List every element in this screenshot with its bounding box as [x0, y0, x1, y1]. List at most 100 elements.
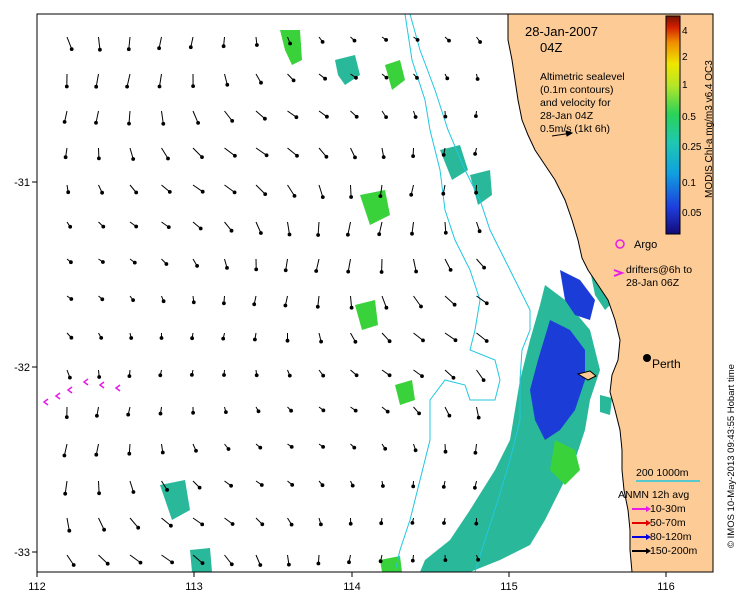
velocity-arrowhead — [353, 408, 358, 413]
velocity-arrowhead — [443, 558, 448, 562]
velocity-arrowhead — [321, 408, 326, 413]
velocity-arrowhead — [67, 528, 72, 533]
velocity-arrowhead — [482, 265, 487, 270]
velocity-arrowhead — [164, 262, 169, 266]
velocity-arrowhead — [452, 302, 457, 307]
velocity-arrowhead — [354, 75, 358, 80]
velocity-arrowhead — [253, 337, 257, 342]
velocity-arrowhead — [196, 121, 201, 125]
velocity-arrowhead — [64, 84, 69, 89]
y-axis: -31 -32 -33 — [14, 177, 37, 559]
velocity-arrowhead — [323, 76, 328, 81]
velocity-arrowhead — [414, 269, 419, 274]
velocity-arrowhead — [350, 483, 355, 488]
velocity-arrowhead — [285, 338, 290, 343]
velocity-arrowhead — [381, 155, 386, 160]
x-tick-label: 114 — [343, 581, 361, 593]
velocity-arrowhead — [229, 562, 234, 567]
colorbar-tick-label: 0.05 — [682, 208, 702, 219]
velocity-arrowhead — [378, 194, 383, 199]
velocity-arrowhead — [190, 336, 195, 341]
velocity-arrowhead — [441, 485, 446, 489]
velocity-arrowhead — [99, 336, 104, 340]
velocity-arrowhead — [415, 76, 419, 80]
velocity-arrowhead — [200, 561, 205, 565]
velocity-arrowhead — [379, 270, 384, 274]
velocity-arrowhead — [484, 339, 489, 343]
velocity-arrowhead — [190, 373, 194, 377]
velocity-arrowhead — [453, 338, 458, 343]
velocity-arrowhead — [473, 450, 478, 455]
velocity-arrowhead — [101, 224, 106, 229]
mooring-marker — [643, 354, 651, 362]
velocity-arrowhead — [352, 38, 357, 43]
velocity-arrowhead — [289, 522, 294, 527]
velocity-arrowhead — [411, 484, 416, 489]
velocity-arrowhead — [442, 521, 446, 525]
velocity-arrowhead — [321, 373, 326, 378]
velocity-arrowhead — [98, 47, 102, 52]
velocity-arrowhead — [263, 116, 267, 121]
velocity-arrowhead — [127, 121, 131, 126]
velocity-arrowhead — [68, 375, 72, 380]
velocity-arrowhead — [62, 120, 67, 124]
velocity-arrowhead — [126, 412, 131, 417]
velocity-arrowhead — [473, 152, 478, 156]
velocity-arrowhead — [478, 40, 483, 44]
velocity-arrowhead — [473, 485, 477, 490]
velocity-arrowhead — [221, 336, 226, 341]
velocity-arrowhead — [63, 491, 68, 496]
velocity-arrowhead — [354, 114, 359, 119]
velocity-arrowhead — [381, 484, 385, 488]
velocity-arrowhead — [200, 522, 205, 527]
velocity-arrowhead — [319, 522, 323, 527]
velocity-arrowhead — [197, 485, 202, 490]
velocity-arrowhead — [233, 153, 237, 158]
velocity-arrowhead — [410, 231, 414, 236]
velocity-arrowhead — [441, 153, 446, 157]
velocity-arrowhead — [315, 304, 320, 309]
velocity-arrowhead — [387, 373, 392, 378]
velocity-arrowhead — [160, 450, 165, 455]
velocity-arrowhead — [292, 194, 297, 198]
velocity-arrowhead — [264, 153, 269, 158]
anmn-legend-label: 10-30m — [650, 503, 686, 515]
velocity-arrowhead — [294, 115, 299, 120]
x-axis: 112 113 114 115 116 — [28, 572, 675, 593]
velocity-arrowhead — [384, 38, 389, 42]
velocity-arrowhead — [64, 415, 69, 420]
velocity-arrowhead — [167, 190, 172, 194]
velocity-arrowhead — [226, 447, 231, 451]
altimetry-line: Altimetric sealevel — [540, 71, 625, 83]
anmn-legend-label: 150-200m — [650, 545, 698, 557]
velocity-arrowhead — [200, 155, 204, 160]
velocity-arrowhead — [316, 233, 321, 237]
velocity-arrowhead — [252, 302, 257, 307]
velocity-arrowhead — [377, 232, 382, 237]
velocity-arrowhead — [221, 44, 226, 49]
velocity-arrowhead — [325, 114, 329, 119]
velocity-arrowhead — [100, 297, 105, 302]
velocity-arrowhead — [131, 157, 136, 161]
velocity-arrowhead — [347, 560, 351, 565]
velocity-arrowhead — [259, 483, 264, 487]
velocity-arrowhead — [283, 268, 288, 273]
x-tick-label: 113 — [185, 581, 203, 593]
velocity-arrowhead — [258, 445, 263, 450]
velocity-arrowhead — [319, 339, 324, 344]
velocity-arrowhead — [287, 373, 292, 378]
velocity-arrowhead — [420, 374, 424, 379]
velocity-arrowhead — [441, 191, 446, 196]
velocity-arrowhead — [191, 410, 196, 415]
drifters-label-line: drifters@6h to — [626, 264, 692, 276]
velocity-arrowhead — [481, 378, 486, 383]
velocity-arrowhead — [158, 373, 163, 378]
drifters-label-line: 28-Jan 06Z — [626, 277, 680, 289]
velocity-arrowhead — [417, 411, 422, 416]
velocity-arrowhead — [166, 225, 171, 230]
velocity-arrowhead — [413, 115, 418, 119]
velocity-arrowhead — [413, 448, 418, 453]
velocity-arrowhead — [259, 231, 263, 235]
velocity-arrowhead — [166, 156, 170, 161]
velocity-arrowhead — [353, 155, 357, 160]
